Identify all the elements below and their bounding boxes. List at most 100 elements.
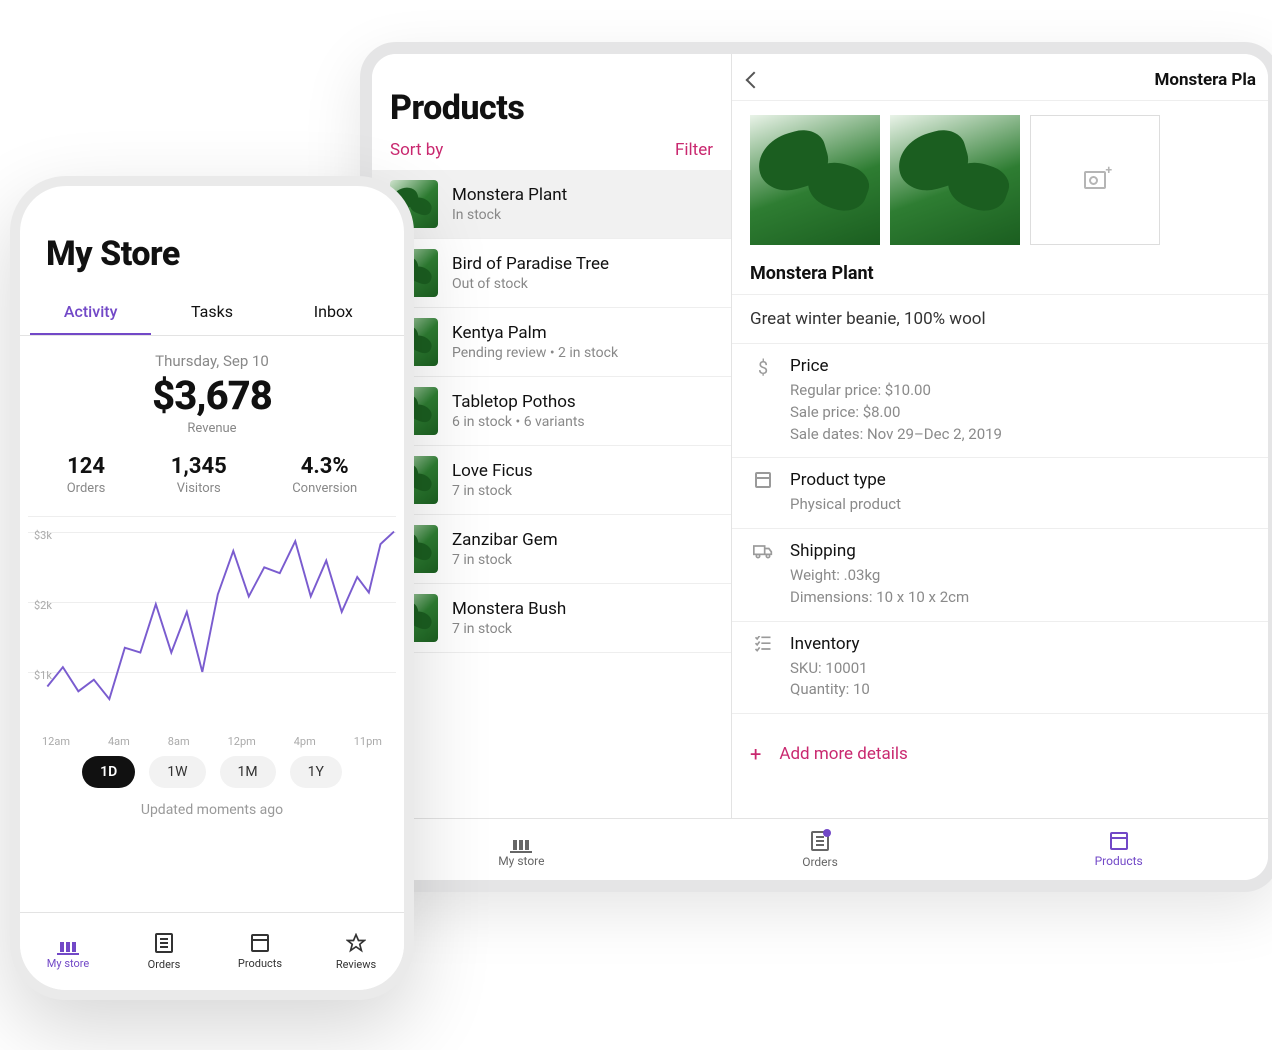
tab-tasks[interactable]: Tasks: [151, 292, 272, 335]
back-icon[interactable]: [746, 72, 763, 89]
x-tick: 8am: [168, 735, 190, 748]
chart-line: [28, 517, 396, 720]
range-1m[interactable]: 1M: [220, 756, 276, 788]
revenue-label: Revenue: [20, 421, 404, 436]
x-tick: 4pm: [294, 735, 316, 748]
type-value: Physical product: [790, 494, 1250, 516]
note-icon: [811, 831, 829, 851]
nav-label: Products: [238, 957, 282, 970]
phone-device: My Store Activity Tasks Inbox Thursday, …: [10, 176, 414, 1000]
plus-icon: +: [750, 742, 761, 766]
price-dates: Sale dates: Nov 29–Dec 2, 2019: [790, 424, 1250, 446]
nav-my-store[interactable]: My store: [20, 913, 116, 990]
product-name: Tabletop Pothos: [452, 392, 585, 412]
tab-inbox[interactable]: Inbox: [273, 292, 394, 335]
products-title: Products: [372, 54, 731, 140]
product-name: Bird of Paradise Tree: [452, 254, 609, 274]
product-name: Zanzibar Gem: [452, 530, 558, 550]
stat-visitors[interactable]: 1,345 Visitors: [171, 454, 227, 496]
updated-label: Updated moments ago: [20, 802, 404, 818]
box-icon: [750, 470, 776, 516]
product-item[interactable]: Tabletop Pothos 6 in stock • 6 variants: [372, 377, 731, 446]
inventory-section[interactable]: Inventory SKU: 10001 Quantity: 10: [732, 622, 1268, 715]
add-more-label: Add more details: [779, 744, 907, 764]
detail-header-title: Monstera Pla: [1154, 70, 1256, 90]
type-title: Product type: [790, 470, 1250, 490]
filter-button[interactable]: Filter: [675, 140, 713, 160]
product-status: 7 in stock: [452, 552, 558, 568]
shipping-title: Shipping: [790, 541, 1250, 561]
nav-products[interactable]: Products: [212, 913, 308, 990]
note-icon: [155, 933, 173, 953]
product-item[interactable]: Bird of Paradise Tree Out of stock: [372, 239, 731, 308]
x-tick: 4am: [108, 735, 130, 748]
range-1d[interactable]: 1D: [82, 756, 135, 788]
revenue-value: $3,678: [20, 372, 404, 419]
price-title: Price: [790, 356, 1250, 376]
nav-orders[interactable]: Orders: [116, 913, 212, 990]
stats-row: 124 Orders 1,345 Visitors 4.3% Conversio…: [34, 454, 390, 496]
nav-orders[interactable]: Orders: [671, 819, 970, 880]
x-tick: 12am: [42, 735, 70, 748]
sort-by-button[interactable]: Sort by: [390, 140, 443, 160]
chart-icon: [510, 832, 532, 850]
chart-icon: [57, 934, 79, 952]
inventory-sku: SKU: 10001: [790, 658, 1250, 680]
inventory-title: Inventory: [790, 634, 1250, 654]
nav-label: Orders: [148, 958, 181, 971]
revenue-chart[interactable]: $3k $2k $1k 12am 4am 8am 12pm 4pm 11pm: [28, 516, 396, 748]
products-pane: Products Sort by Filter Monstera Plant I…: [372, 54, 732, 818]
nav-label: Reviews: [336, 958, 376, 971]
tablet-device: Products Sort by Filter Monstera Plant I…: [360, 42, 1272, 892]
product-image[interactable]: [750, 115, 880, 245]
shipping-section[interactable]: Shipping Weight: .03kg Dimensions: 10 x …: [732, 529, 1268, 622]
tablet-bottom-nav: My store Orders Products: [372, 818, 1268, 880]
stat-label: Orders: [67, 481, 106, 496]
product-item[interactable]: Kentya Palm Pending review • 2 in stock: [372, 308, 731, 377]
tabs: Activity Tasks Inbox: [20, 292, 404, 336]
product-status: 7 in stock: [452, 621, 566, 637]
nav-my-store[interactable]: My store: [372, 819, 671, 880]
inventory-qty: Quantity: 10: [790, 679, 1250, 701]
list-icon: [750, 634, 776, 702]
star-icon: [346, 933, 366, 953]
product-status: Pending review • 2 in stock: [452, 345, 618, 361]
stat-value: 1,345: [171, 454, 227, 479]
price-sale: Sale price: $8.00: [790, 402, 1250, 424]
nav-label: Orders: [802, 855, 838, 869]
x-axis: 12am 4am 8am 12pm 4pm 11pm: [28, 735, 396, 748]
range-1w[interactable]: 1W: [149, 756, 205, 788]
phone-bottom-nav: My store Orders Products Reviews: [20, 912, 404, 990]
x-tick: 12pm: [228, 735, 256, 748]
price-section[interactable]: $ Price Regular price: $10.00 Sale price…: [732, 344, 1268, 458]
product-name: Love Ficus: [452, 461, 533, 481]
stat-conversion[interactable]: 4.3% Conversion: [292, 454, 357, 496]
product-status: 7 in stock: [452, 483, 533, 499]
product-item[interactable]: Love Ficus 7 in stock: [372, 446, 731, 515]
product-status: Out of stock: [452, 276, 609, 292]
product-item[interactable]: Zanzibar Gem 7 in stock: [372, 515, 731, 584]
stat-value: 4.3%: [292, 454, 357, 479]
box-icon: [251, 934, 269, 952]
nav-reviews[interactable]: Reviews: [308, 913, 404, 990]
product-detail-pane: Monstera Pla Monstera Plant Great winter…: [732, 54, 1268, 818]
truck-icon: [750, 541, 776, 609]
stat-value: 124: [67, 454, 106, 479]
add-image-button[interactable]: [1030, 115, 1160, 245]
stat-orders[interactable]: 124 Orders: [67, 454, 106, 496]
detail-description[interactable]: Great winter beanie, 100% wool: [732, 294, 1268, 344]
nav-label: Products: [1095, 854, 1143, 868]
nav-products[interactable]: Products: [969, 819, 1268, 880]
x-tick: 11pm: [354, 735, 382, 748]
product-name: Monstera Bush: [452, 599, 566, 619]
product-type-section[interactable]: Product type Physical product: [732, 458, 1268, 529]
tab-activity[interactable]: Activity: [30, 292, 151, 335]
product-item[interactable]: Monstera Plant In stock: [372, 170, 731, 239]
dollar-icon: $: [750, 356, 776, 445]
range-1y[interactable]: 1Y: [290, 756, 342, 788]
product-image[interactable]: [890, 115, 1020, 245]
stat-label: Conversion: [292, 481, 357, 496]
product-item[interactable]: Monstera Bush 7 in stock: [372, 584, 731, 653]
add-more-details-button[interactable]: + Add more details: [732, 724, 1268, 766]
detail-product-name: Monstera Plant: [732, 263, 1268, 294]
